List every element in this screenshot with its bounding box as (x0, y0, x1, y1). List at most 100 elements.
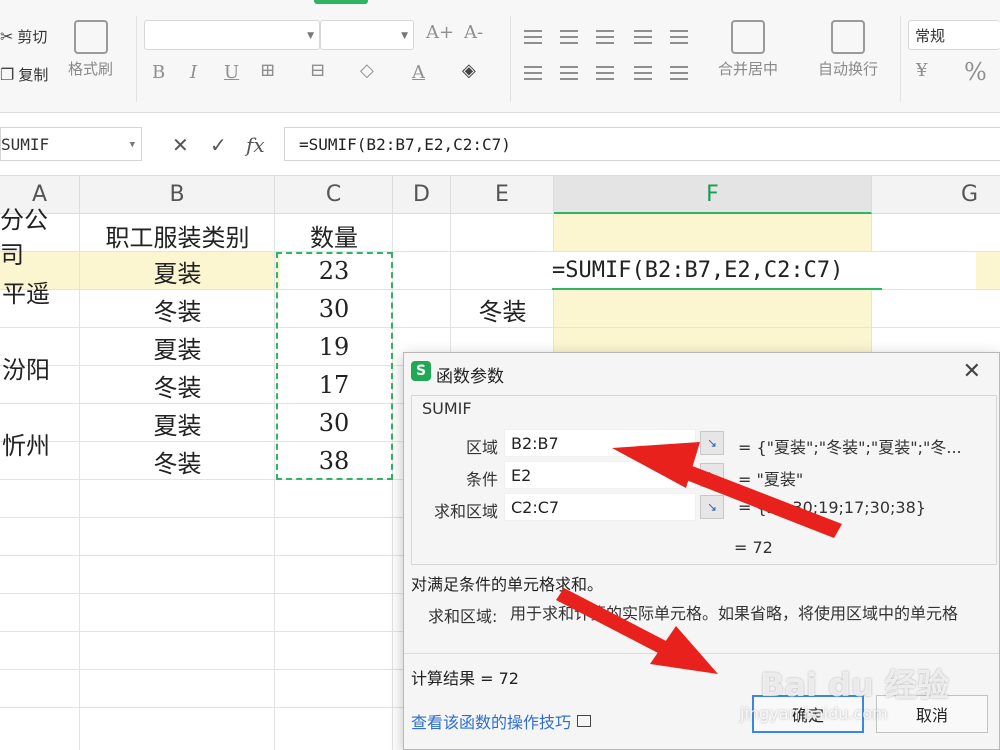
wrap-text-icon (831, 20, 865, 54)
cell-a-pingyao[interactable]: 平遥 (0, 272, 62, 310)
scissors-icon: ✂ (0, 26, 14, 46)
cell-b3[interactable]: 冬装 (80, 290, 275, 328)
copy-button[interactable]: ❐ 复制 (0, 64, 48, 85)
fill-grid-icon[interactable]: ⊟ (310, 60, 325, 81)
align-top-icon[interactable] (524, 30, 542, 44)
align-left-icon[interactable] (524, 66, 542, 80)
distribute-icon[interactable] (670, 66, 688, 80)
dialog-title-bar[interactable]: S 函数参数 ✕ (404, 353, 999, 391)
cell-e3[interactable]: 冬装 (451, 290, 554, 328)
align-center-icon[interactable] (560, 66, 578, 80)
column-header-b[interactable]: B (80, 176, 275, 214)
column-header-g[interactable]: G (872, 176, 1000, 214)
divider (404, 653, 999, 654)
italic-button[interactable]: I (190, 62, 197, 83)
underline-button[interactable]: U (224, 62, 239, 83)
wps-logo-icon: S (411, 361, 431, 381)
grow-font-icon[interactable]: A+ (426, 22, 454, 43)
arg-row-criteria: 条件 E2 ↘ = "夏装" (404, 461, 1000, 491)
ribbon-toolbar: ✂ 剪切 ❐ 复制 格式刷 ▼ ▼ A+ A- B I U ⊞ ⊟ ◇ A ◈ … (0, 0, 1000, 113)
arg-label: 区域 (465, 438, 498, 457)
cell-a-xinzhou[interactable]: 忻州 (0, 424, 62, 462)
cell-b5[interactable]: 冬装 (80, 366, 275, 404)
align-right-icon[interactable] (596, 66, 614, 80)
format-painter-button[interactable]: 格式刷 (68, 20, 113, 79)
arg-result: = {23;30;19;17;30;38} (738, 498, 926, 517)
function-description: 对满足条件的单元格求和。 (411, 575, 604, 594)
chevron-down-icon: ▼ (129, 140, 135, 150)
cell-b4[interactable]: 夏装 (80, 328, 275, 366)
shrink-font-icon[interactable]: A- (464, 22, 483, 43)
column-header-e[interactable]: E (451, 176, 554, 214)
cancel-icon[interactable]: ✕ (172, 133, 189, 157)
watermark-logo: Bai du 经验 (760, 666, 949, 704)
increase-indent-icon[interactable] (670, 30, 688, 44)
ribbon-divider (510, 16, 511, 102)
cell-b7[interactable]: 冬装 (80, 442, 275, 480)
confirm-check-icon[interactable]: ✓ (210, 133, 227, 157)
arg-result: = "夏装" (738, 470, 804, 489)
sum-range-input[interactable]: C2:C7 (504, 493, 696, 521)
cell-a1[interactable]: 分公司 (0, 206, 70, 269)
column-header-d[interactable]: D (393, 176, 451, 214)
function-tips-link[interactable]: 查看该函数的操作技巧 (411, 709, 592, 733)
row-highlight (976, 252, 1000, 290)
cell-c1[interactable]: 数量 (275, 216, 393, 254)
merge-center-button[interactable]: 合并居中 (718, 20, 778, 79)
fill-color-icon[interactable]: ◇ (360, 60, 374, 81)
close-icon[interactable]: ✕ (963, 359, 981, 384)
range-input[interactable]: B2:B7 (504, 429, 696, 457)
formula-bar: SUMIF ▼ ✕ ✓ fx =SUMIF(B2:B7,E2,C2:C7) (0, 113, 1000, 176)
dialog-title: 函数参数 (436, 367, 504, 387)
watermark-url: jingyan.baidu.com (740, 704, 888, 723)
param-description: 用于求和计算的实际单元格。如果省略，将使用区域中的单元格 (510, 604, 959, 623)
video-icon (577, 715, 592, 727)
range-selection-marquee (276, 252, 393, 480)
column-header-f[interactable]: F (554, 176, 872, 214)
chevron-down-icon: ▼ (401, 31, 408, 41)
criteria-input[interactable]: E2 (504, 461, 696, 489)
eraser-icon[interactable]: ◈ (462, 60, 476, 81)
font-color-button[interactable]: A (412, 62, 425, 83)
chevron-down-icon: ▼ (307, 31, 314, 41)
cell-b1[interactable]: 职工服装类别 (80, 216, 275, 254)
active-tab-indicator (314, 0, 368, 4)
arg-row-range: 区域 B2:B7 ↘ = {"夏装";"冬装";"夏装";"冬... (404, 429, 1000, 459)
calculation-result: 计算结果 = 72 (411, 669, 519, 688)
arg-label: 条件 (465, 470, 498, 489)
decrease-indent-icon[interactable] (634, 30, 652, 44)
insert-function-icon[interactable]: fx (246, 133, 265, 157)
copy-icon: ❐ (0, 64, 15, 84)
column-header-c[interactable]: C (275, 176, 393, 214)
align-middle-icon[interactable] (560, 30, 578, 44)
currency-button[interactable]: ¥ (916, 60, 927, 81)
name-box[interactable]: SUMIF ▼ (0, 127, 142, 161)
cut-button[interactable]: ✂ 剪切 (0, 26, 47, 47)
border-icon[interactable]: ⊞ (260, 60, 275, 81)
formula-input[interactable]: =SUMIF(B2:B7,E2,C2:C7) (284, 127, 1000, 161)
ribbon-divider (900, 16, 901, 102)
collapse-dialog-icon[interactable]: ↘ (700, 431, 724, 455)
cell-b6[interactable]: 夏装 (80, 404, 275, 442)
cell-b2[interactable]: 夏装 (80, 252, 275, 290)
percent-button[interactable]: % (964, 58, 987, 86)
merge-cells-icon (731, 20, 765, 54)
collapse-dialog-icon[interactable]: ↘ (700, 463, 724, 487)
wrap-text-button[interactable]: 自动换行 (818, 20, 878, 79)
font-name-select[interactable]: ▼ (144, 20, 320, 50)
cell-a-fenyang[interactable]: 汾阳 (0, 348, 62, 386)
arg-label: 求和区域 (433, 502, 498, 521)
function-name: SUMIF (422, 399, 472, 418)
cell-f2-editor[interactable]: =SUMIF(B2:B7,E2,C2:C7) (552, 252, 882, 290)
bold-button[interactable]: B (152, 62, 165, 83)
collapse-dialog-icon[interactable]: ↘ (700, 495, 724, 519)
justify-icon[interactable] (634, 66, 652, 80)
align-bottom-icon[interactable] (596, 30, 614, 44)
arg-row-sum-range: 求和区域 C2:C7 ↘ = {23;30;19;17;30;38} (404, 493, 1000, 523)
arg-result: = {"夏装";"冬装";"夏装";"冬... (738, 438, 962, 457)
ribbon-divider (136, 16, 137, 102)
font-size-select[interactable]: ▼ (320, 20, 414, 50)
paint-brush-icon (73, 20, 108, 54)
param-description-label: 求和区域: (428, 607, 498, 626)
number-format-select[interactable]: 常规 (908, 20, 1000, 50)
